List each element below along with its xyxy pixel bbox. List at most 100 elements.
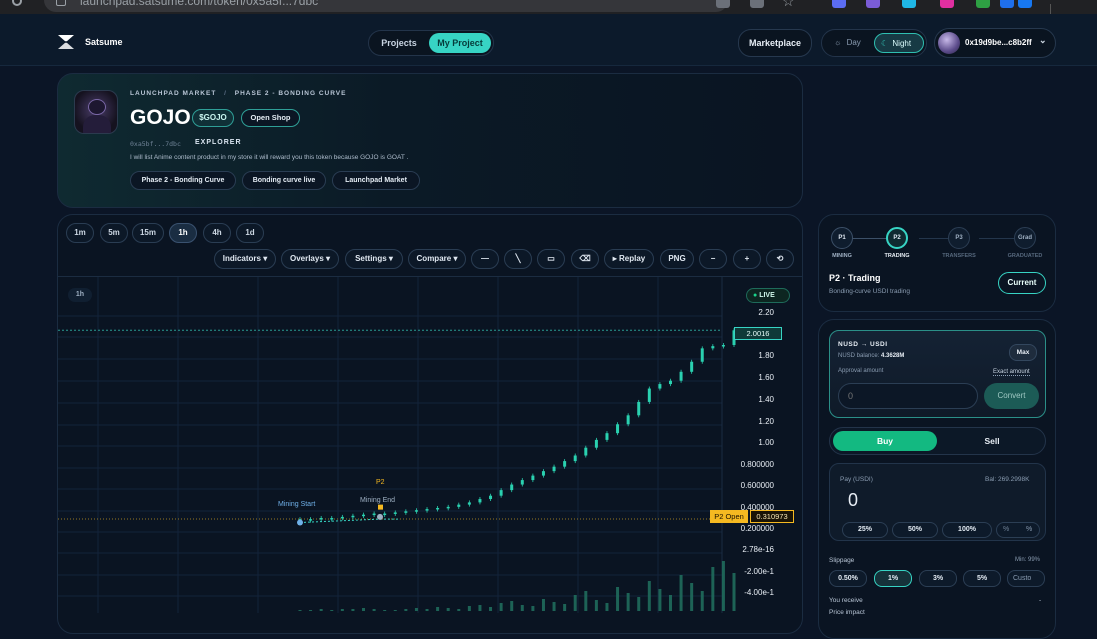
settings-button[interactable]: Settings ▾ [345,249,403,269]
project-toggle: Projects My Project [368,30,494,56]
timeframe-5m-button[interactable]: 5m [100,223,128,243]
current-phase-button[interactable]: Current [998,272,1046,294]
buy-sell-toggle: Buy Sell [829,427,1046,455]
candle [330,518,334,520]
phase-p2-circle[interactable]: P2 [886,227,908,249]
explorer-link[interactable]: EXPLORER [195,139,242,146]
extension-icon[interactable] [832,0,846,8]
phase-subtitle: Bonding-curve USDI trading [829,288,910,295]
volume-bar [668,595,672,611]
phase-p1-circle[interactable]: P1 [831,227,853,249]
wallet-button[interactable]: 0x19d9be...c8b2ff ⌄ [934,28,1056,58]
extension-icon[interactable] [1018,0,1032,8]
trendline-tool-button[interactable]: ╲ [504,249,532,269]
tag-launchpad-market[interactable]: Launchpad Market [332,171,420,190]
candle [351,515,355,518]
candle [340,516,344,519]
volume-bar [700,591,704,611]
indicators-button[interactable]: Indicators ▾ [214,249,276,269]
approval-amount-input[interactable] [838,383,978,409]
phase-p3-circle[interactable]: P3 [948,227,970,249]
volume-bar [467,606,471,611]
volume-bar [563,604,567,611]
bookmark-star-icon[interactable]: ☆ [782,0,795,10]
timeframe-15m-button[interactable]: 15m [132,223,164,243]
volume-bar [616,587,620,611]
extension-icon[interactable] [976,0,990,8]
timeframe-1m-button[interactable]: 1m [66,223,94,243]
reset-zoom-button[interactable]: ⟲ [766,249,794,269]
extension-icon[interactable] [902,0,916,8]
mining-path [299,518,400,523]
compare-button[interactable]: Compare ▾ [408,249,466,269]
slippage-option[interactable]: 3% [919,570,957,587]
hline-tool-button[interactable]: — [471,249,499,269]
breadcrumb-launchpad[interactable]: LAUNCHPAD MARKET [130,90,216,97]
volume-bar [489,607,493,611]
extension-icon[interactable] [940,0,954,8]
timeframe-1h-button[interactable]: 1h [169,223,197,243]
price-chart[interactable] [58,277,802,613]
volume-bar [531,606,535,611]
volume-bar [584,591,588,611]
reload-icon[interactable] [12,0,22,6]
buy-tab[interactable]: Buy [833,431,937,451]
pay-amount[interactable]: 0 [848,490,858,511]
day-button[interactable]: ☼ Day [826,33,872,53]
zoom-icon[interactable] [750,0,764,8]
my-project-tab[interactable]: My Project [429,33,491,53]
marketplace-button[interactable]: Marketplace [738,29,812,57]
minus-icon: − [710,254,716,263]
extension-icon[interactable] [866,0,880,8]
convert-panel: NUSD → USDI NUSD balance: 4.3628M Max Ap… [829,330,1046,418]
max-button[interactable]: Max [1009,344,1037,361]
slippage-option[interactable]: 0.50% [829,570,867,587]
candle [573,455,577,462]
extension-icon[interactable] [716,0,730,8]
brand-name[interactable]: Satsume [85,37,123,47]
rectangle-tool-button[interactable]: ▭ [537,249,565,269]
price-tick-label: 0.800000 [740,460,774,469]
timeframe-1d-button[interactable]: 1d [236,223,264,243]
satsume-logo-icon[interactable] [56,32,76,52]
png-label: PNG [668,254,686,263]
pct-25-button[interactable]: 25% [842,522,888,538]
png-export-button[interactable]: PNG [660,249,694,269]
replay-button[interactable]: ▸ Replay [604,249,654,269]
eraser-tool-button[interactable]: ⌫ [571,249,599,269]
pct-100-button[interactable]: 100% [942,522,992,538]
breadcrumb: LAUNCHPAD MARKET / PHASE 2 - BONDING CUR… [130,90,346,97]
custom-pct-input[interactable]: % % [996,522,1040,538]
sell-tab[interactable]: Sell [940,431,1044,451]
volume-bar [721,561,725,611]
slippage-option[interactable]: 5% [963,570,1001,587]
candle [616,424,620,434]
phase-grad-circle[interactable]: Grad [1014,227,1036,249]
extension-icon[interactable] [1000,0,1014,8]
overlays-button[interactable]: Overlays ▾ [281,249,339,269]
candle [309,519,313,521]
site-info-icon[interactable] [56,0,66,6]
tag-bonding-live[interactable]: Bonding curve live [242,171,326,190]
timeframe-4h-button[interactable]: 4h [203,223,231,243]
volume-bar [478,605,482,611]
exact-amount-link[interactable]: Exact amount [993,369,1030,376]
convert-button[interactable]: Convert [984,383,1039,409]
projects-tab[interactable]: Projects [373,33,425,53]
slippage-label: Slippage [829,557,855,564]
token-address[interactable]: 0xa5bf...7dbc [130,140,181,148]
indicators-label: Indicators [222,254,261,263]
night-button[interactable]: ☾ Night [874,33,924,53]
pct-50-button[interactable]: 50% [892,522,938,538]
candle [414,510,418,512]
open-shop-button[interactable]: Open Shop [241,109,300,127]
tag-phase[interactable]: Phase 2 - Bonding Curve [130,171,236,190]
volume-bar [499,603,503,611]
custom-slippage-input[interactable]: Custo [1007,570,1045,587]
slippage-option[interactable]: 1% [874,570,912,587]
address-bar[interactable]: launchpad.satsume.com/token/0x5a5f...7db… [44,0,728,12]
zoom-in-button[interactable]: + [733,249,761,269]
replay-label: Replay [619,254,646,263]
candle [563,461,567,467]
zoom-out-button[interactable]: − [699,249,727,269]
